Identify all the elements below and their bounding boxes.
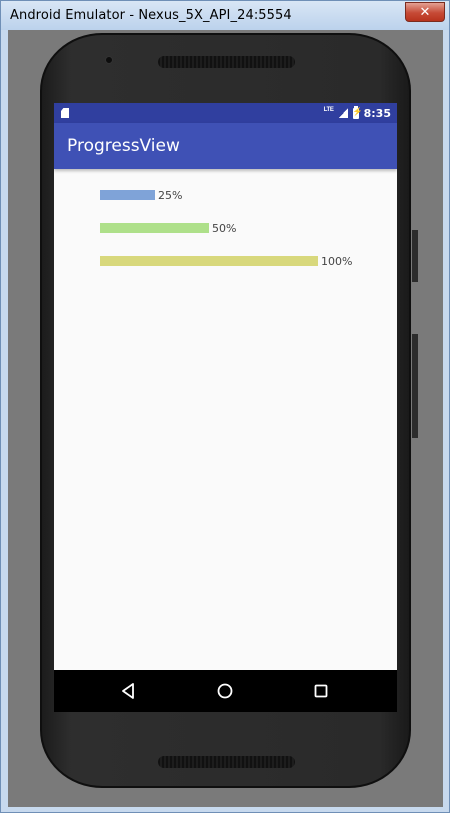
progress-list: 25% 50% 100% xyxy=(54,169,397,670)
back-icon xyxy=(122,683,134,699)
recents-icon xyxy=(314,684,328,698)
progress-bar-fill xyxy=(100,223,209,233)
device-screen: LTE ⚡ 8:35 ProgressView 25% 50% 100% xyxy=(54,103,397,712)
progress-view-25: 25% xyxy=(100,188,182,202)
window-titlebar[interactable]: Android Emulator - Nexus_5X_API_24:5554 … xyxy=(1,1,449,30)
status-indicators: LTE ⚡ 8:35 xyxy=(324,103,391,123)
power-button[interactable] xyxy=(412,230,418,282)
bottom-speaker-grille xyxy=(158,756,295,768)
back-button[interactable] xyxy=(118,681,138,701)
page-title: ProgressView xyxy=(67,136,180,156)
close-icon: ✕ xyxy=(419,4,431,20)
progress-label: 100% xyxy=(321,254,353,268)
sd-card-icon xyxy=(61,108,69,118)
recents-button[interactable] xyxy=(311,681,331,701)
front-camera xyxy=(105,56,113,64)
battery-icon: ⚡ xyxy=(352,105,363,119)
signal-icon xyxy=(338,108,348,118)
app-toolbar: ProgressView xyxy=(54,123,397,169)
home-icon xyxy=(217,683,233,699)
window-title: Android Emulator - Nexus_5X_API_24:5554 xyxy=(10,8,292,23)
progress-bar-fill xyxy=(100,190,155,200)
progress-view-50: 50% xyxy=(100,221,236,235)
status-bar: LTE ⚡ 8:35 xyxy=(54,103,397,123)
progress-label: 25% xyxy=(158,188,183,202)
progress-label: 50% xyxy=(212,221,237,235)
status-clock: 8:35 xyxy=(363,106,391,120)
top-speaker-grille xyxy=(158,56,295,68)
network-type: LTE xyxy=(323,107,334,113)
progress-bar-fill xyxy=(100,256,318,266)
close-button[interactable]: ✕ xyxy=(405,2,445,22)
volume-button[interactable] xyxy=(412,334,418,438)
progress-view-100: 100% xyxy=(100,254,352,268)
navigation-bar xyxy=(54,670,397,712)
home-button[interactable] xyxy=(215,681,235,701)
